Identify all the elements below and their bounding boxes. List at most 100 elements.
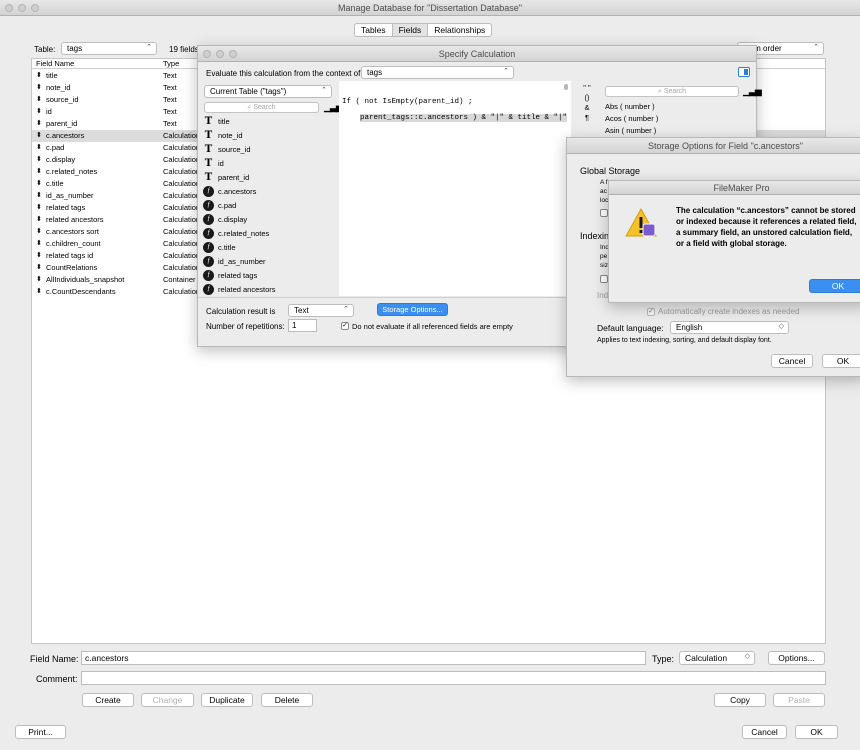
list-item[interactable]: ƒ c.related_notes <box>200 227 336 241</box>
zoom-icon[interactable] <box>229 50 237 58</box>
drag-handle-icon[interactable]: ⬍ <box>36 226 42 238</box>
operator-item[interactable]: & <box>580 103 594 113</box>
col-type[interactable]: Type <box>163 59 179 69</box>
context-select[interactable]: tags <box>361 66 514 79</box>
minimize-icon[interactable] <box>18 4 26 12</box>
field-type-cell: Calculation <box>163 215 201 224</box>
text-field-icon: T <box>204 172 213 183</box>
list-item[interactable]: ƒ related tags <box>200 269 336 283</box>
text-field-icon: T <box>204 158 213 169</box>
list-item[interactable]: ƒ c.title <box>200 241 336 255</box>
drag-handle-icon[interactable]: ⬍ <box>36 70 42 82</box>
result-select[interactable]: Text <box>288 304 354 317</box>
storage-ok-button[interactable]: OK <box>822 354 860 368</box>
drag-handle-icon[interactable]: ⬍ <box>36 94 42 106</box>
list-item[interactable]: Tid <box>200 157 336 171</box>
print-button[interactable]: Print... <box>15 725 66 739</box>
close-icon[interactable] <box>203 50 211 58</box>
unstored-checkbox[interactable] <box>600 274 608 283</box>
calc-fields-search[interactable]: ⌕ Search <box>204 102 319 113</box>
field-name-cell: c.ancestors sort <box>46 227 99 236</box>
formula-scrollbar[interactable] <box>564 84 568 90</box>
sidebar-toggle-icon[interactable] <box>738 67 750 77</box>
function-item[interactable]: Asin ( number ) <box>603 125 756 137</box>
language-select[interactable]: English <box>670 321 789 334</box>
create-button[interactable]: Create <box>82 693 134 707</box>
calc-table-select[interactable]: Current Table ("tags") <box>204 85 332 98</box>
paste-button[interactable]: Paste <box>773 693 825 707</box>
calc-field-label: title <box>218 117 230 126</box>
functions-search[interactable]: ⌕ Search <box>605 86 739 97</box>
calculation-field-icon: ƒ <box>203 270 214 281</box>
zoom-icon[interactable] <box>31 4 39 12</box>
drag-handle-icon[interactable]: ⬍ <box>36 166 42 178</box>
drag-handle-icon[interactable]: ⬍ <box>36 286 42 298</box>
calc-window-controls[interactable] <box>203 50 237 58</box>
bars-icon[interactable]: ▁▃▅ <box>743 86 762 97</box>
function-item[interactable]: Acos ( number ) <box>603 113 756 125</box>
drag-handle-icon[interactable]: ⬍ <box>36 214 42 226</box>
global-checkbox[interactable] <box>600 208 608 217</box>
auto-index-label: Automatically create indexes as needed <box>658 307 800 316</box>
auto-index-checkbox[interactable]: ✓ <box>647 307 655 316</box>
ok-button[interactable]: OK <box>795 725 838 739</box>
alert-ok-button[interactable]: OK <box>809 279 860 293</box>
field-type-cell: Calculation <box>163 239 201 248</box>
main-tabs[interactable]: Tables Fields Relationships <box>354 23 493 37</box>
list-item[interactable]: Ttitle <box>200 115 336 129</box>
field-type-cell: Text <box>163 95 177 104</box>
field-name-cell: CountRelations <box>46 263 98 272</box>
drag-handle-icon[interactable]: ⬍ <box>36 130 42 142</box>
repetitions-input[interactable]: 1 <box>288 319 317 332</box>
list-item[interactable]: Tparent_id <box>200 171 336 185</box>
window-controls[interactable] <box>5 4 39 12</box>
tab-tables[interactable]: Tables <box>355 24 393 36</box>
table-select[interactable]: tags <box>61 42 157 55</box>
formula-editor[interactable]: If ( not IsEmpty(parent_id) ; parent_tag… <box>339 81 571 296</box>
drag-handle-icon[interactable]: ⬍ <box>36 118 42 130</box>
no-eval-checkbox[interactable]: ✓ <box>341 321 349 330</box>
storage-cancel-button[interactable]: Cancel <box>771 354 813 368</box>
minimize-icon[interactable] <box>216 50 224 58</box>
operator-item[interactable]: ¶ <box>580 113 594 123</box>
storage-options-button[interactable]: Storage Options... <box>377 303 448 316</box>
drag-handle-icon[interactable]: ⬍ <box>36 274 42 286</box>
operator-item[interactable]: () <box>580 93 594 103</box>
drag-handle-icon[interactable]: ⬍ <box>36 154 42 166</box>
delete-button[interactable]: Delete <box>261 693 313 707</box>
comment-input[interactable] <box>81 671 826 685</box>
options-button[interactable]: Options... <box>768 651 825 665</box>
list-item[interactable]: ƒ c.ancestors <box>200 185 336 199</box>
drag-handle-icon[interactable]: ⬍ <box>36 250 42 262</box>
field-name-cell: related tags id <box>46 251 94 260</box>
drag-handle-icon[interactable]: ⬍ <box>36 262 42 274</box>
tab-relationships[interactable]: Relationships <box>428 24 491 36</box>
drag-handle-icon[interactable]: ⬍ <box>36 190 42 202</box>
field-type-cell: Calculation <box>163 191 201 200</box>
drag-handle-icon[interactable]: ⬍ <box>36 142 42 154</box>
list-item[interactable]: Tnote_id <box>200 129 336 143</box>
drag-handle-icon[interactable]: ⬍ <box>36 202 42 214</box>
field-name-input[interactable]: c.ancestors <box>81 651 646 665</box>
col-field-name[interactable]: Field Name <box>36 59 74 69</box>
drag-handle-icon[interactable]: ⬍ <box>36 82 42 94</box>
type-select[interactable]: Calculation <box>679 651 755 665</box>
operator-item[interactable]: " " <box>580 83 594 93</box>
list-item[interactable]: Tsource_id <box>200 143 336 157</box>
tab-fields[interactable]: Fields <box>392 24 429 36</box>
list-item[interactable]: ƒ related ancestors <box>200 283 336 295</box>
function-item[interactable]: Abs ( number ) <box>603 101 756 113</box>
drag-handle-icon[interactable]: ⬍ <box>36 106 42 118</box>
list-item[interactable]: ƒ c.pad <box>200 199 336 213</box>
drag-handle-icon[interactable]: ⬍ <box>36 238 42 250</box>
close-icon[interactable] <box>5 4 13 12</box>
cancel-button[interactable]: Cancel <box>742 725 787 739</box>
change-button[interactable]: Change <box>141 693 194 707</box>
list-item[interactable]: ƒ c.display <box>200 213 336 227</box>
applies-text: Applies to text indexing, sorting, and d… <box>597 337 772 344</box>
field-type-cell: Calculation <box>163 251 201 260</box>
copy-button[interactable]: Copy <box>714 693 766 707</box>
drag-handle-icon[interactable]: ⬍ <box>36 178 42 190</box>
list-item[interactable]: ƒ id_as_number <box>200 255 336 269</box>
duplicate-button[interactable]: Duplicate <box>201 693 253 707</box>
